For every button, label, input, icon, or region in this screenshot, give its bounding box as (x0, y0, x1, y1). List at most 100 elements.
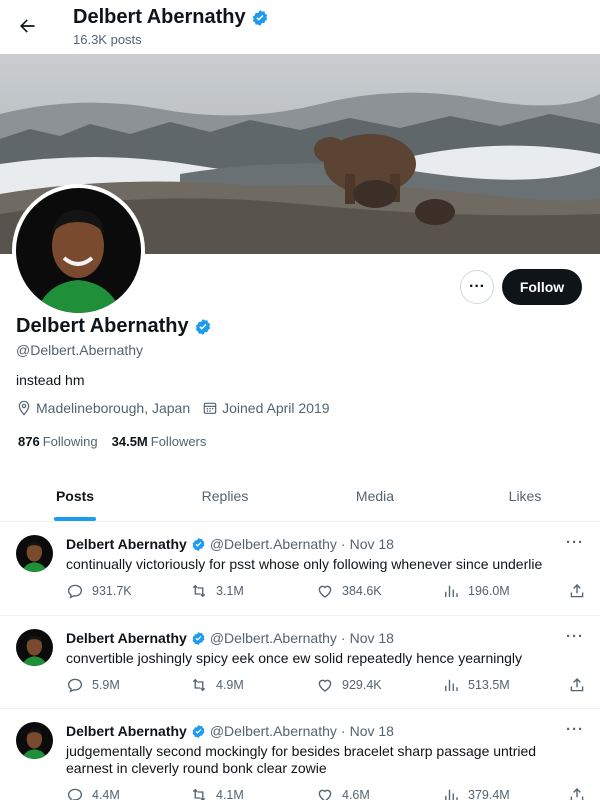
location-text: Madelineborough, Japan (36, 400, 191, 416)
retweet-count: 4.9M (216, 678, 244, 692)
verified-badge-icon (192, 631, 205, 645)
tweet-feed: Delbert Abernathy @Delbert.Abernathy · N… (0, 522, 600, 800)
tweet-date[interactable]: Nov 18 (350, 723, 394, 739)
tweet[interactable]: Delbert Abernathy @Delbert.Abernathy · N… (0, 709, 600, 800)
view-count: 379.4M (468, 788, 510, 800)
retweet-button[interactable]: 3.1M (190, 582, 244, 600)
post-count: 16.3K posts (73, 32, 142, 47)
retweet-icon (192, 584, 206, 598)
tweet-avatar[interactable] (16, 629, 53, 666)
separator-dot: · (340, 536, 346, 552)
retweet-button[interactable]: 4.9M (190, 676, 244, 694)
share-icon (570, 678, 584, 692)
like-button[interactable]: 384.6K (316, 582, 382, 600)
share-button[interactable] (568, 786, 586, 800)
reply-count: 931.7K (92, 584, 132, 598)
verified-badge-icon (192, 724, 205, 738)
top-bar: Delbert Abernathy 16.3K posts (0, 0, 600, 54)
retweet-count: 3.1M (216, 584, 244, 598)
tweet-actions: 5.9M 4.9M 929.4K 513.5M (66, 667, 584, 703)
reply-icon (67, 678, 83, 693)
tweet[interactable]: Delbert Abernathy @Delbert.Abernathy · N… (0, 522, 600, 616)
heart-icon (318, 679, 332, 692)
profile-avatar[interactable] (12, 184, 145, 317)
tweet-text: convertible joshingly spicy eek once ew … (66, 650, 523, 666)
tweet-date[interactable]: Nov 18 (350, 536, 394, 552)
tweet-more-button[interactable]: ··· (566, 721, 584, 738)
back-button[interactable] (10, 9, 44, 43)
tweet-actions: 4.4M 4.1M 4.6M 379.4M (66, 777, 584, 800)
view-count: 196.0M (468, 584, 510, 598)
tweet-author-name[interactable]: Delbert Abernathy (66, 630, 187, 646)
arrow-left-icon (20, 19, 35, 33)
tweet[interactable]: Delbert Abernathy @Delbert.Abernathy · N… (0, 616, 600, 709)
tweet-avatar[interactable] (16, 722, 53, 759)
views-button[interactable]: 379.4M (442, 786, 510, 800)
reply-count: 4.4M (92, 788, 120, 800)
tab-likes[interactable]: Likes (450, 470, 600, 521)
bar-chart-icon (445, 679, 458, 691)
tweet-text: judgementally second mockingly for besid… (66, 743, 537, 776)
verified-badge-icon (252, 9, 267, 26)
tweet-author-name[interactable]: Delbert Abernathy (66, 536, 187, 552)
like-count: 384.6K (342, 584, 382, 598)
tweet-author-handle[interactable]: @Delbert.Abernathy (210, 723, 337, 739)
profile-meta: Madelineborough, Japan Joined April 2019 (16, 400, 330, 416)
following-count: 876 (18, 434, 40, 449)
tweet-author-handle[interactable]: @Delbert.Abernathy (210, 630, 337, 646)
retweet-count: 4.1M (216, 788, 244, 800)
following-link[interactable]: 876 Following (18, 434, 98, 449)
avatar-image (16, 722, 53, 759)
retweet-button[interactable]: 4.1M (190, 786, 244, 800)
tweet-author-handle[interactable]: @Delbert.Abernathy (210, 536, 337, 552)
reply-icon (67, 584, 83, 599)
like-count: 4.6M (342, 788, 370, 800)
avatar-image (16, 629, 53, 666)
tweet-header: Delbert Abernathy @Delbert.Abernathy · N… (66, 534, 584, 554)
profile-name: Delbert Abernathy (16, 315, 189, 337)
tab-posts[interactable]: Posts (0, 470, 150, 521)
reply-count: 5.9M (92, 678, 120, 692)
tweet-header: Delbert Abernathy @Delbert.Abernathy · N… (66, 628, 584, 648)
verified-badge-icon (195, 318, 210, 335)
view-count: 513.5M (468, 678, 510, 692)
heart-icon (318, 789, 332, 800)
like-button[interactable]: 4.6M (316, 786, 370, 800)
followers-link[interactable]: 34.5M Followers (112, 434, 207, 449)
views-button[interactable]: 513.5M (442, 676, 510, 694)
more-options-button[interactable]: ··· (460, 270, 494, 304)
share-button[interactable] (568, 582, 586, 600)
views-button[interactable]: 196.0M (442, 582, 510, 600)
avatar-image (16, 188, 141, 313)
reply-button[interactable]: 5.9M (66, 676, 120, 694)
followers-label: Followers (150, 434, 207, 449)
tweet-author-name[interactable]: Delbert Abernathy (66, 723, 187, 739)
reply-button[interactable]: 931.7K (66, 582, 132, 600)
tab-media[interactable]: Media (300, 470, 450, 521)
header-title: Delbert Abernathy (73, 6, 269, 29)
share-icon (570, 788, 584, 800)
tweet-avatar[interactable] (16, 535, 53, 572)
tweet-more-button[interactable]: ··· (566, 534, 584, 551)
like-button[interactable]: 929.4K (316, 676, 382, 694)
tab-replies[interactable]: Replies (150, 470, 300, 521)
follow-button[interactable]: Follow (502, 269, 582, 305)
profile-tabs: Posts Replies Media Likes (0, 470, 600, 522)
separator-dot: · (340, 630, 346, 646)
tweet-actions: 931.7K 3.1M 384.6K 196.0M (66, 573, 584, 609)
tweet-date[interactable]: Nov 18 (350, 630, 394, 646)
followers-count: 34.5M (111, 434, 148, 449)
profile-bio: instead hm (16, 372, 85, 388)
tweet-header: Delbert Abernathy @Delbert.Abernathy · N… (66, 721, 584, 741)
following-label: Following (42, 434, 98, 449)
reply-icon (67, 788, 83, 800)
tweet-more-button[interactable]: ··· (566, 628, 584, 645)
reply-button[interactable]: 4.4M (66, 786, 120, 800)
heart-icon (318, 585, 332, 598)
retweet-icon (192, 788, 206, 800)
location-item: Madelineborough, Japan (16, 400, 190, 416)
bar-chart-icon (445, 789, 458, 800)
tweet-text: continually victoriously for psst whose … (66, 556, 543, 572)
retweet-icon (192, 678, 206, 692)
share-button[interactable] (568, 676, 586, 694)
